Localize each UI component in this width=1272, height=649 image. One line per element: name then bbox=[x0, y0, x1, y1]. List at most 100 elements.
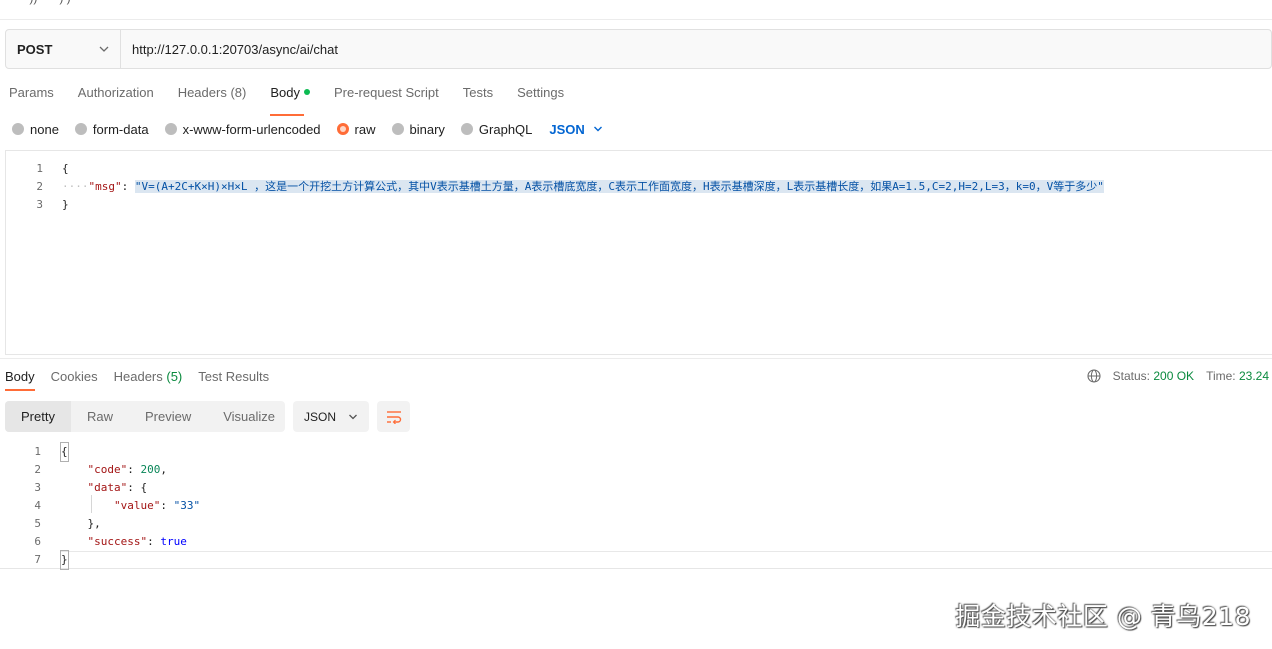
line-number: 5 bbox=[34, 517, 41, 530]
radio-form-data[interactable]: form-data bbox=[74, 122, 149, 137]
body-language-select[interactable]: JSON bbox=[549, 122, 602, 137]
method-select[interactable]: POST bbox=[6, 30, 121, 68]
radio-graphql[interactable]: GraphQL bbox=[460, 121, 533, 137]
json-key: "data" bbox=[87, 481, 128, 494]
json-key: "success" bbox=[87, 535, 148, 548]
time-value[interactable]: 23.24 bbox=[1239, 369, 1269, 383]
line-number: 3 bbox=[34, 481, 41, 494]
globe-icon[interactable] bbox=[1087, 369, 1101, 383]
radio-raw[interactable]: raw bbox=[336, 122, 376, 137]
tab-params[interactable]: Params bbox=[9, 85, 54, 109]
tab-count: (5) bbox=[166, 369, 183, 384]
json-key: "value" bbox=[113, 499, 161, 512]
tab-tests[interactable]: Tests bbox=[463, 85, 493, 109]
status-value[interactable]: 200 OK bbox=[1153, 369, 1194, 383]
response-body-viewer[interactable]: 1 { 2 "code": 200, 3 "data": { 4 "value"… bbox=[0, 441, 1272, 570]
view-preview[interactable]: Preview bbox=[129, 401, 207, 432]
radio-label: none bbox=[30, 121, 59, 137]
tab-label: Test Results bbox=[198, 369, 270, 384]
tab-label: Body bbox=[5, 369, 35, 384]
radio-label: binary bbox=[409, 121, 445, 137]
code-line: 2 ····"msg": "V=(A+2C+K×H)×H×L ，这是一个开挖土方… bbox=[6, 178, 1272, 196]
radio-x-www-form-urlencoded[interactable]: x-www-form-urlencoded bbox=[164, 121, 321, 137]
radio-label: x-www-form-urlencoded bbox=[182, 121, 321, 137]
top-strip: · )) ˙ · ·) ) bbox=[0, 0, 1272, 20]
view-visualize[interactable]: Visualize bbox=[207, 401, 291, 432]
res-tab-headers[interactable]: Headers (5) bbox=[114, 369, 183, 384]
radio-binary[interactable]: binary bbox=[391, 121, 445, 137]
response-view-selector: Pretty Raw Preview Visualize bbox=[5, 401, 285, 432]
wrap-lines-button[interactable] bbox=[377, 401, 410, 432]
watermark: 掘金技术社区 @ 青鸟218 bbox=[955, 602, 1251, 631]
response-format-select[interactable]: JSON bbox=[293, 401, 369, 432]
tab-label: Cookies bbox=[50, 369, 98, 384]
code-line: 1 { bbox=[6, 160, 1272, 178]
method-label: POST bbox=[17, 41, 53, 57]
tab-label: Tests bbox=[462, 85, 494, 100]
body-type-options: none form-data x-www-form-urlencoded raw… bbox=[12, 121, 603, 137]
code-line: 3 } bbox=[6, 196, 1272, 214]
radio-icon bbox=[74, 123, 87, 135]
response-status: Status: 200 OK Time: 23.24 bbox=[1087, 369, 1269, 383]
json-string-value: "33" bbox=[173, 499, 201, 512]
code-text: { bbox=[62, 162, 69, 175]
language-label: JSON bbox=[549, 121, 585, 137]
tab-label: Authorization bbox=[77, 85, 154, 100]
res-tab-test-results[interactable]: Test Results bbox=[198, 369, 269, 384]
code-text: "data": { bbox=[87, 481, 148, 494]
chevron-down-icon bbox=[99, 46, 109, 52]
res-tab-cookies[interactable]: Cookies bbox=[51, 369, 98, 384]
line-number: 6 bbox=[34, 535, 41, 548]
top-strip-text: · )) ˙ · ·) ) bbox=[22, 0, 71, 5]
line-number: 1 bbox=[36, 162, 43, 175]
radio-icon bbox=[164, 123, 177, 135]
tab-label: Params bbox=[9, 85, 54, 100]
chevron-down-icon bbox=[593, 126, 602, 132]
request-tabs: Params Authorization Headers (8) Body Pr… bbox=[9, 85, 588, 116]
json-brace: { bbox=[140, 481, 148, 494]
line-number: 2 bbox=[36, 180, 43, 193]
json-boolean-value: true bbox=[160, 535, 187, 548]
matched-bracket: { bbox=[60, 442, 69, 462]
radio-icon bbox=[460, 123, 473, 135]
code-line: 1 { bbox=[0, 442, 1272, 462]
line-number: 4 bbox=[34, 499, 41, 512]
tab-label: Pre-request Script bbox=[333, 85, 439, 100]
code-line: 5 }, bbox=[0, 515, 1272, 533]
tab-settings[interactable]: Settings bbox=[517, 85, 564, 109]
tab-label: Body bbox=[270, 85, 300, 100]
tab-count: (8) bbox=[230, 85, 247, 100]
json-key: "msg" bbox=[88, 180, 122, 193]
url-bar: POST http://127.0.0.1:20703/async/ai/cha… bbox=[5, 29, 1272, 69]
radio-selected-icon bbox=[336, 123, 349, 135]
code-text: "success": true bbox=[87, 535, 187, 548]
url-input[interactable]: http://127.0.0.1:20703/async/ai/chat bbox=[121, 30, 1271, 68]
line-number: 1 bbox=[34, 445, 41, 458]
code-text: } bbox=[62, 198, 69, 211]
line-number: 7 bbox=[34, 553, 41, 566]
code-line: 3 "data": { bbox=[0, 479, 1272, 497]
code-line: 4 "value": "33" bbox=[0, 497, 1272, 515]
code-text: ····"msg": "V=(A+2C+K×H)×H×L ，这是一个开挖土方计算… bbox=[62, 178, 1104, 196]
radio-icon bbox=[12, 123, 24, 135]
view-pretty[interactable]: Pretty bbox=[5, 401, 71, 432]
view-raw[interactable]: Raw bbox=[71, 401, 129, 432]
line-number: 3 bbox=[36, 198, 43, 211]
radio-label: GraphQL bbox=[478, 121, 533, 137]
code-line: 7 } bbox=[0, 550, 1272, 570]
time-label: Time: bbox=[1206, 369, 1236, 383]
tab-body[interactable]: Body bbox=[270, 85, 310, 116]
tab-authorization[interactable]: Authorization bbox=[78, 85, 154, 109]
radio-none[interactable]: none bbox=[12, 122, 59, 137]
tab-headers[interactable]: Headers (8) bbox=[178, 85, 247, 109]
code-line: 6 "success": true bbox=[0, 533, 1272, 551]
request-body-editor[interactable]: 1 { 2 ····"msg": "V=(A+2C+K×H)×H×L ，这是一个… bbox=[5, 150, 1272, 355]
code-text: }, bbox=[61, 515, 101, 533]
status-label: Status: bbox=[1112, 369, 1151, 383]
res-tab-body[interactable]: Body bbox=[5, 369, 35, 391]
json-string-value: "V=(A+2C+K×H)×H×L ，这是一个开挖土方计算公式，其中V表示基槽土… bbox=[134, 180, 1104, 193]
tab-label: Headers bbox=[113, 369, 163, 384]
radio-icon bbox=[391, 123, 404, 135]
tab-pre-request-script[interactable]: Pre-request Script bbox=[334, 85, 439, 109]
code-text: "code": 200, bbox=[87, 463, 168, 476]
